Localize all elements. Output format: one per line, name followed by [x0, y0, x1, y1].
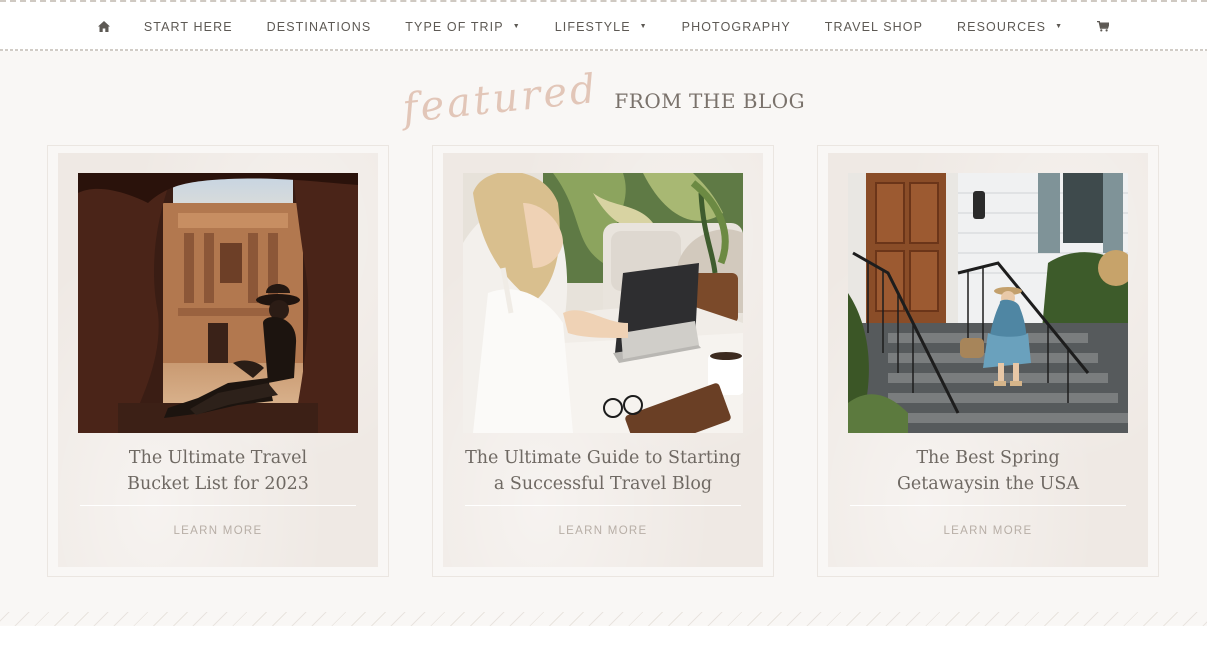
- learn-more-link[interactable]: LEARN MORE: [443, 525, 763, 537]
- nav-item-label: DESTINATIONS: [266, 19, 372, 34]
- nav-item-label: TRAVEL SHOP: [824, 19, 924, 34]
- blog-card-title[interactable]: The Ultimate Guide to Starting a Success…: [443, 445, 763, 497]
- nav-item-label: TYPE OF TRIP: [405, 19, 504, 34]
- blog-card-title[interactable]: The Best Spring Getawaysin the USA: [828, 445, 1148, 497]
- nav-item-start-here[interactable]: START HERE: [127, 2, 250, 51]
- section-title: FROM THE BLOG: [614, 89, 806, 113]
- title-line: Bucket List for 2023: [127, 474, 309, 494]
- divider: [850, 505, 1126, 506]
- script-accent-word: featured: [400, 65, 601, 133]
- blog-card-title[interactable]: The Ultimate Travel Bucket List for 2023: [58, 445, 378, 497]
- caret-down-icon: ▼: [639, 23, 648, 30]
- top-navigation: START HERE DESTINATIONS TYPE OF TRIP ▼ L…: [0, 0, 1207, 51]
- cart-icon[interactable]: [1080, 2, 1126, 51]
- nav-item-label: LIFESTYLE: [554, 19, 631, 34]
- learn-more-link[interactable]: LEARN MORE: [58, 525, 378, 537]
- nav-item-lifestyle[interactable]: LIFESTYLE ▼: [538, 2, 665, 51]
- title-line: Getawaysin the USA: [896, 474, 1080, 494]
- home-icon[interactable]: [81, 2, 127, 51]
- caret-down-icon: ▼: [512, 23, 521, 30]
- title-line: The Ultimate Travel: [128, 448, 308, 468]
- blog-card-body: The Best Spring Getawaysin the USA LEARN…: [828, 153, 1148, 567]
- nav-item-photography[interactable]: PHOTOGRAPHY: [665, 2, 808, 51]
- nav-item-resources[interactable]: RESOURCES ▼: [940, 2, 1080, 51]
- divider: [80, 505, 356, 506]
- nav-item-destinations[interactable]: DESTINATIONS: [250, 2, 389, 51]
- title-line: a Successful Travel Blog: [493, 474, 713, 494]
- blog-card-body: The Ultimate Travel Bucket List for 2023…: [58, 153, 378, 567]
- section-divider: [0, 612, 1207, 626]
- caret-down-icon: ▼: [1055, 23, 1064, 30]
- blog-card: The Ultimate Guide to Starting a Success…: [432, 145, 774, 577]
- woman-laptop-photo[interactable]: [463, 173, 743, 433]
- woman-porch-steps-photo[interactable]: [848, 173, 1128, 433]
- blog-card: The Ultimate Travel Bucket List for 2023…: [47, 145, 389, 577]
- learn-more-link[interactable]: LEARN MORE: [828, 525, 1148, 537]
- petra-monastery-photo[interactable]: [78, 173, 358, 433]
- nav-item-label: RESOURCES: [957, 19, 1047, 34]
- title-line: The Ultimate Guide to Starting: [465, 448, 741, 468]
- nav-item-type-of-trip[interactable]: TYPE OF TRIP ▼: [388, 2, 537, 51]
- nav-item-label: START HERE: [143, 19, 233, 34]
- section-heading: featured FROM THE BLOG: [0, 62, 1207, 132]
- nav-menu: START HERE DESTINATIONS TYPE OF TRIP ▼ L…: [0, 2, 1207, 51]
- title-line: The Best Spring: [916, 448, 1060, 468]
- nav-item-label: PHOTOGRAPHY: [681, 19, 791, 34]
- nav-item-travel-shop[interactable]: TRAVEL SHOP: [808, 2, 940, 51]
- blog-card: The Best Spring Getawaysin the USA LEARN…: [817, 145, 1159, 577]
- divider: [465, 505, 741, 506]
- blog-card-body: The Ultimate Guide to Starting a Success…: [443, 153, 763, 567]
